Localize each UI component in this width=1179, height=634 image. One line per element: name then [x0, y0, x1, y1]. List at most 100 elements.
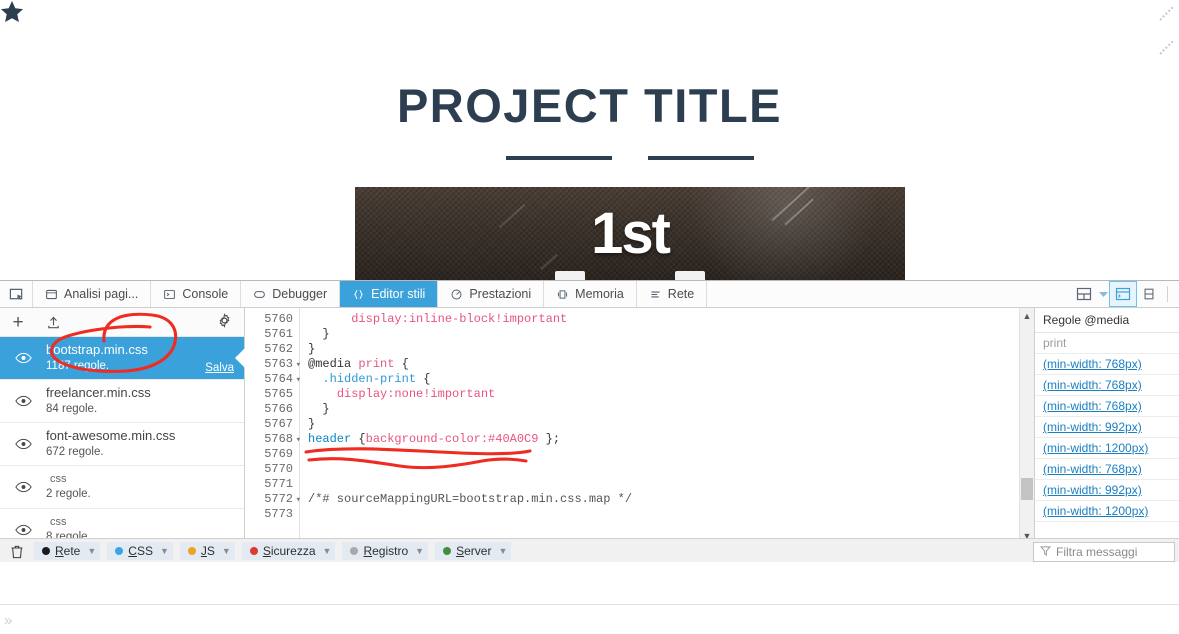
- eye-icon[interactable]: [0, 352, 46, 364]
- tab-inspector[interactable]: Analisi pagi...: [33, 281, 152, 307]
- media-rule-row[interactable]: print: [1035, 333, 1179, 354]
- portfolio-banner-image[interactable]: 1st: [355, 187, 905, 280]
- code-line[interactable]: @media print {: [308, 357, 1020, 372]
- media-rule-label[interactable]: (min-width: 1200px): [1043, 441, 1148, 455]
- filter-label: Sicurezza: [262, 544, 316, 558]
- stylesheet-rulecount: 1187 regole.: [46, 360, 110, 373]
- gear-icon[interactable]: [217, 313, 232, 331]
- code-line[interactable]: }: [308, 327, 1020, 342]
- tab-memory[interactable]: Memoria: [544, 281, 637, 307]
- media-rule-row[interactable]: (min-width: 1200px): [1035, 501, 1179, 522]
- filter-label: Registro: [363, 544, 409, 558]
- media-rule-label[interactable]: (min-width: 1200px): [1043, 504, 1148, 518]
- stylesheet-item-font-awesome[interactable]: font-awesome.min.css 672 regole.: [0, 423, 244, 466]
- media-rule-row[interactable]: (min-width: 1200px): [1035, 438, 1179, 459]
- chevron-down-icon[interactable]: ▼: [87, 546, 96, 556]
- tab-network[interactable]: Rete: [636, 281, 708, 307]
- tab-label: Prestazioni: [469, 287, 532, 301]
- code-token: {: [394, 357, 409, 371]
- search-input[interactable]: Filtra messaggi: [1033, 542, 1175, 562]
- code-token: }: [308, 342, 316, 356]
- new-stylesheet-button[interactable]: +: [0, 313, 36, 332]
- code-line[interactable]: [308, 447, 1020, 462]
- double-chevron-right-icon[interactable]: »: [4, 612, 12, 629]
- media-rule-row[interactable]: (min-width: 992px): [1035, 417, 1179, 438]
- tab-performance[interactable]: Prestazioni: [438, 281, 545, 307]
- search-placeholder: Filtra messaggi: [1056, 545, 1138, 559]
- media-rule-label[interactable]: (min-width: 768px): [1043, 378, 1142, 392]
- tab-console[interactable]: Console: [151, 281, 242, 307]
- code-view[interactable]: 5760 5761 5762 5763 ▾ 5764 ▾ 5765 5766 5767 5768 ▾ 5…: [245, 308, 1020, 543]
- scrollbar-thumb[interactable]: [1021, 478, 1033, 500]
- code-text[interactable]: display:inline-block!important }} @media …: [299, 308, 1020, 543]
- tab-style-editor[interactable]: Editor stili: [340, 281, 439, 307]
- media-rule-row[interactable]: (min-width: 768px): [1035, 396, 1179, 417]
- eye-icon[interactable]: [0, 481, 46, 493]
- stylesheet-item-bootstrap[interactable]: bootstrap.min.css 1187 regole. Salva: [0, 337, 245, 380]
- fold-toggle-icon[interactable]: ▾: [296, 433, 301, 448]
- code-line[interactable]: }: [308, 417, 1020, 432]
- fold-toggle-icon[interactable]: ▾: [296, 373, 301, 388]
- chevron-down-icon[interactable]: ▼: [415, 546, 424, 556]
- fold-toggle-icon[interactable]: ▾: [296, 358, 301, 373]
- editor-vertical-scrollbar[interactable]: ▲ ▼: [1019, 308, 1034, 543]
- banner-shape-left: [555, 271, 585, 280]
- import-icon[interactable]: [36, 315, 70, 330]
- split-console-icon[interactable]: [1109, 281, 1137, 307]
- line-number: 5760: [264, 312, 293, 326]
- media-rule-row[interactable]: (min-width: 768px): [1035, 459, 1179, 480]
- filter-button-registro[interactable]: Registro ▼: [342, 542, 429, 560]
- eye-icon[interactable]: [0, 395, 46, 407]
- css-source-editor[interactable]: 5760 5761 5762 5763 ▾ 5764 ▾ 5765 5766 5767 5768 ▾ 5…: [245, 308, 1034, 563]
- tab-debugger[interactable]: Debugger: [241, 281, 341, 307]
- line-number: 5762: [264, 342, 293, 356]
- media-rule-row[interactable]: (min-width: 768px): [1035, 375, 1179, 396]
- chevron-down-icon[interactable]: [1097, 282, 1110, 306]
- dock-side-icon[interactable]: [1136, 282, 1162, 306]
- line-number: 5769: [264, 447, 293, 461]
- media-rule-row[interactable]: (min-width: 992px): [1035, 480, 1179, 501]
- chevron-down-icon[interactable]: ▼: [222, 546, 231, 556]
- code-token: print: [358, 357, 395, 371]
- code-line[interactable]: .hidden-print {: [308, 372, 1020, 387]
- chevron-down-icon[interactable]: ▼: [323, 546, 332, 556]
- code-line[interactable]: [308, 507, 1020, 522]
- dock-layout-icon[interactable]: [1071, 282, 1097, 306]
- chevron-down-icon[interactable]: ▼: [498, 546, 507, 556]
- filter-button-css[interactable]: CSS ▼: [107, 542, 173, 560]
- code-line[interactable]: [308, 462, 1020, 477]
- media-rule-label[interactable]: (min-width: 992px): [1043, 483, 1142, 497]
- media-rule-label[interactable]: (min-width: 768px): [1043, 399, 1142, 413]
- code-token: }: [308, 327, 330, 341]
- scroll-up-icon[interactable]: ▲: [1020, 308, 1034, 323]
- trash-icon[interactable]: [0, 544, 34, 559]
- code-line[interactable]: header {background-color:#40A0C9 };: [308, 432, 1020, 447]
- code-line[interactable]: /*# sourceMappingURL=bootstrap.min.css.m…: [308, 492, 1020, 507]
- stylesheet-item-inline-1[interactable]: css 2 regole.: [0, 466, 244, 509]
- code-line[interactable]: display:none!important: [308, 387, 1020, 402]
- code-line[interactable]: [308, 477, 1020, 492]
- eye-icon[interactable]: [0, 438, 46, 450]
- code-line[interactable]: display:inline-block!important: [308, 312, 1020, 327]
- element-picker-icon[interactable]: [0, 281, 33, 307]
- filter-button-sicurezza[interactable]: Sicurezza ▼: [241, 542, 336, 560]
- filter-button-js[interactable]: JS ▼: [179, 542, 235, 560]
- chevron-down-icon[interactable]: ▼: [160, 546, 169, 556]
- filter-label: JS: [200, 544, 215, 558]
- code-line[interactable]: }: [308, 402, 1020, 417]
- media-rule-label[interactable]: (min-width: 992px): [1043, 420, 1142, 434]
- filter-label: CSS: [128, 544, 153, 558]
- code-line[interactable]: }: [308, 342, 1020, 357]
- devtools-toolbar: Analisi pagi... Console Debugger Editor …: [0, 281, 1179, 308]
- filter-button-rete[interactable]: Rete ▼: [34, 542, 101, 560]
- fold-toggle-icon[interactable]: ▾: [296, 493, 301, 508]
- save-link[interactable]: Salva: [205, 362, 234, 374]
- media-rule-row[interactable]: (min-width: 768px): [1035, 354, 1179, 375]
- media-rule-label[interactable]: (min-width: 768px): [1043, 357, 1142, 371]
- filter-button-server[interactable]: Server ▼: [435, 542, 512, 560]
- stylesheet-item-freelancer[interactable]: freelancer.min.css 84 regole.: [0, 380, 244, 423]
- code-token: display:none!important: [336, 387, 496, 401]
- media-rule-label[interactable]: (min-width: 768px): [1043, 462, 1142, 476]
- eye-icon[interactable]: [0, 524, 46, 536]
